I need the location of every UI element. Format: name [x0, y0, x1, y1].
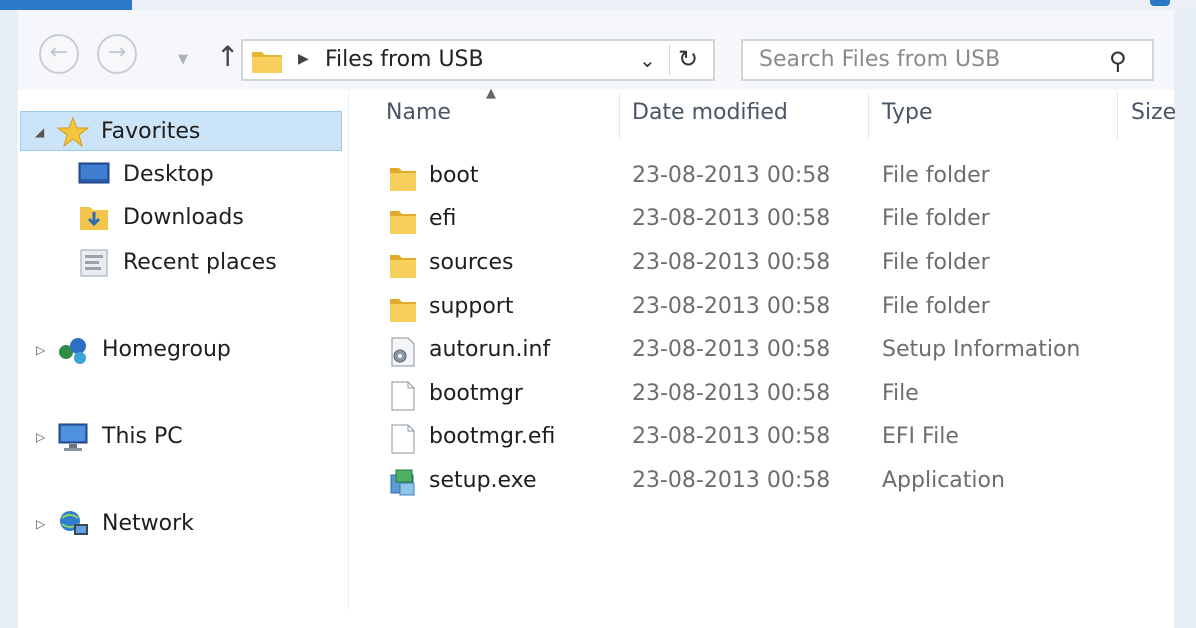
sidebar-item-this-pc[interactable]: ▷ This PC — [36, 417, 336, 457]
address-path-label[interactable]: Files from USB — [325, 47, 484, 72]
recent-places-icon — [80, 249, 108, 277]
search-icon[interactable]: ⚲ — [1109, 47, 1127, 75]
file-name[interactable]: support — [429, 294, 513, 319]
window-title-strip — [132, 0, 1196, 10]
sidebar-item-network[interactable]: ▷ Network — [36, 504, 336, 544]
file-icon — [391, 424, 415, 454]
file-icon — [391, 381, 415, 411]
address-bar[interactable]: ▶ Files from USB ⌄ ↻ — [241, 39, 715, 81]
collapse-arrow-icon[interactable]: ◢ — [35, 112, 44, 152]
window-frame-left — [0, 10, 18, 628]
file-date-modified: 23-08-2013 00:58 — [632, 294, 831, 319]
search-placeholder[interactable]: Search Files from USB — [759, 47, 1000, 72]
file-explorer-window: ← → ▼ ↑ ▶ Files from USB ⌄ ↻ Search File… — [0, 0, 1196, 628]
column-header-date-modified[interactable]: Date modified — [632, 100, 788, 125]
file-date-modified: 23-08-2013 00:58 — [632, 381, 831, 406]
column-header-size[interactable]: Size — [1131, 100, 1176, 125]
sidebar-item-label: Downloads — [123, 205, 244, 230]
expand-arrow-icon[interactable]: ▷ — [36, 504, 45, 544]
file-name[interactable]: sources — [429, 250, 514, 275]
file-type: File — [882, 381, 919, 406]
sidebar-item-recent-places[interactable]: Recent places — [78, 243, 328, 283]
back-arrow-icon[interactable]: ← — [39, 34, 79, 74]
sort-ascending-icon: ▲ — [486, 86, 496, 101]
window-frame-right — [1174, 10, 1196, 628]
folder-icon — [390, 255, 416, 278]
file-date-modified: 23-08-2013 00:58 — [632, 337, 831, 362]
navigation-pane: ◢ Favorites Desktop Downloads Recent pla… — [18, 90, 348, 628]
sidebar-item-label: Favorites — [101, 119, 201, 144]
sidebar-item-desktop[interactable]: Desktop — [78, 155, 328, 195]
column-separator[interactable] — [868, 92, 869, 140]
folder-icon — [390, 299, 416, 322]
expand-arrow-icon[interactable]: ▷ — [36, 330, 45, 370]
column-separator[interactable] — [1117, 92, 1118, 140]
file-date-modified: 23-08-2013 00:58 — [632, 424, 831, 449]
sidebar-item-label: Homegroup — [102, 337, 231, 362]
folder-icon — [252, 52, 282, 73]
computer-icon — [58, 423, 88, 451]
forward-arrow-icon[interactable]: → — [97, 34, 137, 74]
file-date-modified: 23-08-2013 00:58 — [632, 250, 831, 275]
setup-info-file-icon — [391, 337, 415, 367]
file-name[interactable]: bootmgr — [429, 381, 523, 406]
sidebar-item-favorites[interactable]: ◢ Favorites — [20, 111, 342, 151]
address-divider — [669, 45, 670, 75]
file-type: File folder — [882, 294, 990, 319]
file-name[interactable]: bootmgr.efi — [429, 424, 555, 449]
column-separator[interactable] — [619, 92, 620, 140]
desktop-icon — [78, 162, 110, 184]
file-type: Setup Information — [882, 337, 1081, 362]
application-icon — [390, 469, 415, 496]
file-type: Application — [882, 468, 1005, 493]
sidebar-item-label: This PC — [102, 424, 183, 449]
file-name[interactable]: boot — [429, 163, 479, 188]
file-date-modified: 23-08-2013 00:58 — [632, 163, 831, 188]
folder-icon — [390, 168, 416, 191]
chevron-down-icon[interactable]: ⌄ — [639, 48, 656, 72]
sidebar-item-label: Desktop — [123, 162, 214, 187]
recent-locations-dropdown[interactable]: ▼ — [178, 52, 188, 67]
column-header-name[interactable]: Name — [386, 100, 451, 125]
downloads-icon — [80, 207, 108, 230]
file-type: File folder — [882, 206, 990, 231]
status-area — [18, 610, 1174, 628]
window-accent-bar — [0, 0, 132, 10]
sidebar-item-homegroup[interactable]: ▷ Homegroup — [36, 330, 336, 370]
file-date-modified: 23-08-2013 00:58 — [632, 468, 831, 493]
file-name[interactable]: setup.exe — [429, 468, 537, 493]
file-type: File folder — [882, 163, 990, 188]
file-name[interactable]: autorun.inf — [429, 337, 550, 362]
sidebar-item-downloads[interactable]: Downloads — [78, 198, 328, 238]
star-icon — [57, 116, 89, 148]
breadcrumb-chevron-icon[interactable]: ▶ — [298, 51, 309, 67]
sidebar-item-label: Recent places — [123, 250, 277, 275]
up-arrow-icon[interactable]: ↑ — [216, 40, 239, 73]
column-header-type[interactable]: Type — [882, 100, 933, 125]
sidebar-item-label: Network — [102, 511, 194, 536]
file-type: EFI File — [882, 424, 959, 449]
window-accent-corner — [1150, 0, 1170, 6]
expand-arrow-icon[interactable]: ▷ — [36, 417, 45, 457]
file-date-modified: 23-08-2013 00:58 — [632, 206, 831, 231]
folder-icon — [390, 211, 416, 234]
search-input[interactable]: Search Files from USB ⚲ — [741, 39, 1154, 81]
homegroup-icon — [59, 338, 86, 364]
navigation-toolbar: ← → ▼ ↑ ▶ Files from USB ⌄ ↻ Search File… — [18, 10, 1174, 90]
refresh-icon[interactable]: ↻ — [678, 45, 698, 73]
file-name[interactable]: efi — [429, 206, 456, 231]
network-icon — [60, 511, 88, 535]
file-type: File folder — [882, 250, 990, 275]
